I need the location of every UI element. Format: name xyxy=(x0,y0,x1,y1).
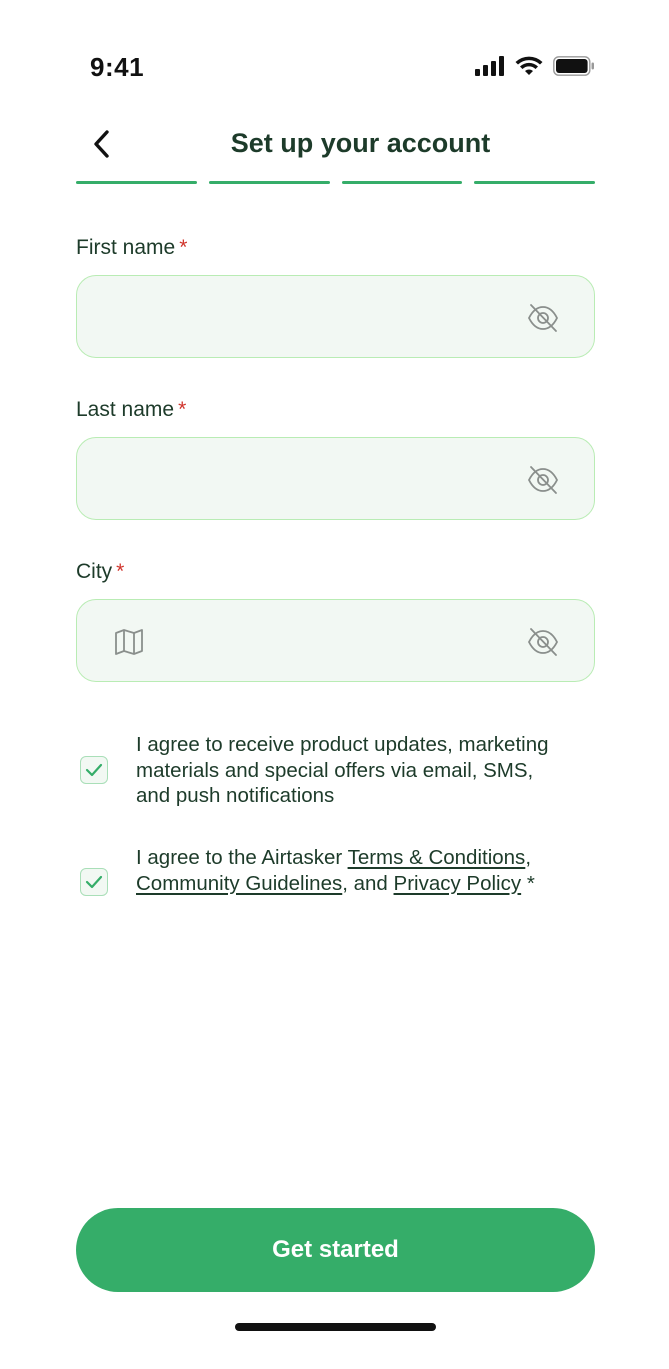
first-name-label: First name * xyxy=(76,236,187,260)
progress-step-3 xyxy=(341,181,463,184)
terms-prefix: I agree to the Airtasker xyxy=(136,846,348,869)
city-field xyxy=(76,599,595,682)
required-marker: * xyxy=(179,236,188,259)
terms-required-suffix: * xyxy=(521,871,535,895)
city-input[interactable] xyxy=(157,600,517,681)
last-name-field xyxy=(76,437,595,520)
step-progress xyxy=(76,181,595,185)
terms-conjunction: , and xyxy=(342,871,394,895)
first-name-label-text: First name xyxy=(76,236,176,259)
map-icon xyxy=(115,629,143,655)
privacy-policy-link[interactable]: Privacy Policy xyxy=(394,872,522,895)
page-title: Set up your account xyxy=(230,128,491,158)
community-guidelines-link[interactable]: Community Guidelines xyxy=(136,872,342,895)
marketing-consent-text: I agree to receive product updates, mark… xyxy=(136,733,549,807)
home-indicator xyxy=(235,1323,436,1331)
terms-separator: , xyxy=(525,846,532,869)
status-time: 9:41 xyxy=(90,52,145,82)
last-name-label-text: Last name xyxy=(76,398,175,421)
status-icons xyxy=(475,56,595,76)
terms-conditions-link[interactable]: Terms & Conditions xyxy=(348,846,526,869)
required-marker: * xyxy=(116,560,125,583)
required-marker: * xyxy=(178,398,187,421)
checkmark-icon xyxy=(85,763,103,777)
marketing-consent-checkbox[interactable] xyxy=(80,756,108,784)
progress-step-1 xyxy=(76,181,197,184)
last-name-input[interactable] xyxy=(101,438,521,519)
progress-step-2 xyxy=(208,181,330,184)
first-name-input[interactable] xyxy=(101,276,521,357)
city-label: City * xyxy=(76,560,124,584)
first-name-field xyxy=(76,275,595,358)
checkmark-icon xyxy=(85,875,103,889)
battery-icon xyxy=(553,56,594,76)
city-label-text: City xyxy=(76,560,113,583)
eye-off-icon[interactable] xyxy=(526,625,560,659)
wifi-icon xyxy=(515,56,543,75)
eye-off-icon[interactable] xyxy=(526,301,560,335)
terms-consent-text: I agree to the Airtasker Terms & Conditi… xyxy=(136,845,556,896)
status-bar: 9:41 xyxy=(0,0,669,110)
eye-off-icon[interactable] xyxy=(526,463,560,497)
get-started-button[interactable]: Get started xyxy=(76,1208,595,1292)
header: Set up your account xyxy=(0,110,669,180)
progress-step-4 xyxy=(474,181,595,184)
last-name-label: Last name * xyxy=(76,398,186,422)
cellular-signal-icon xyxy=(475,56,504,76)
terms-consent-checkbox[interactable] xyxy=(80,868,108,896)
